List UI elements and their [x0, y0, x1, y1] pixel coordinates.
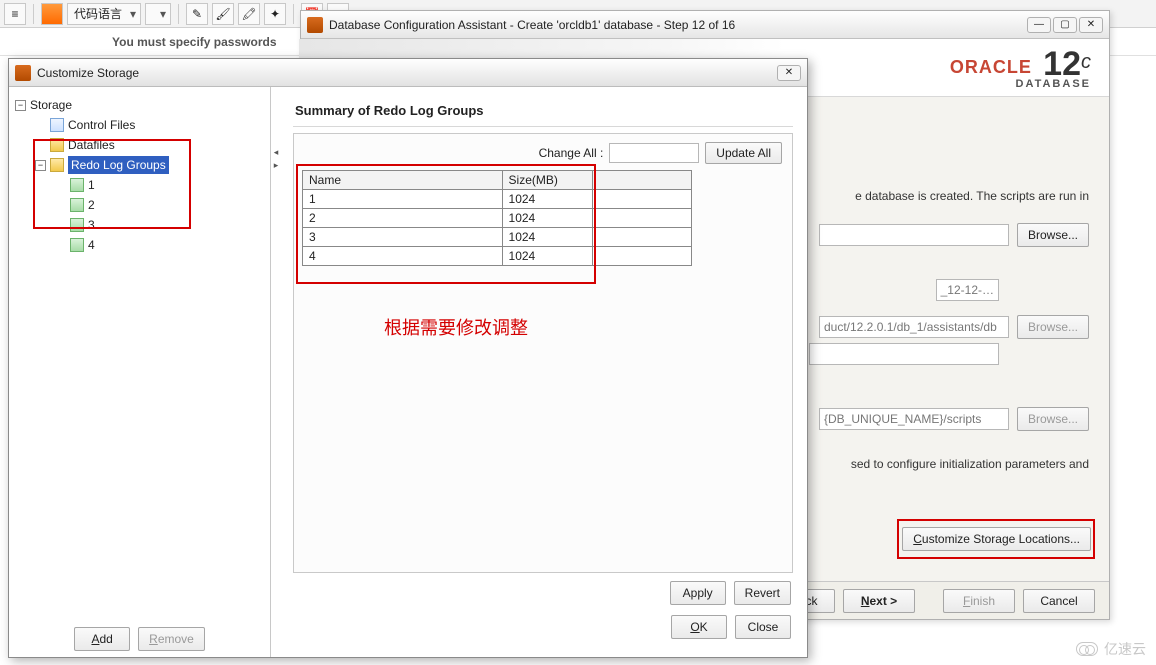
- cstor-title: Customize Storage: [37, 66, 139, 80]
- finish-button[interactable]: Finish: [943, 589, 1015, 613]
- close-button[interactable]: Close: [735, 615, 791, 639]
- dbca-title: Database Configuration Assistant - Creat…: [329, 18, 735, 32]
- minimize-button[interactable]: —: [1027, 17, 1051, 33]
- redo-log-groups-label: Redo Log Groups: [68, 156, 169, 174]
- table-row: 31024: [303, 228, 692, 247]
- tree-rlg-2[interactable]: 2: [55, 195, 264, 215]
- redo-table[interactable]: Name Size(MB) 11024 21024 31024 41024: [302, 170, 692, 266]
- customize-storage-window: Customize Storage ✕ − Storage Control: [8, 58, 808, 658]
- next-button[interactable]: Next >: [843, 589, 915, 613]
- dbca-titlebar[interactable]: Database Configuration Assistant - Creat…: [301, 11, 1109, 39]
- dbca-input-1[interactable]: [819, 224, 1009, 246]
- browse-button-2[interactable]: Browse...: [1017, 315, 1089, 339]
- paint-icon[interactable]: 🖍: [238, 3, 260, 25]
- toolbar-color-icon[interactable]: [41, 3, 63, 25]
- change-all-label: Change All :: [539, 146, 604, 160]
- table-row: 41024: [303, 247, 692, 266]
- tree-rlg-1[interactable]: 1: [55, 175, 264, 195]
- folder-icon: [50, 138, 64, 152]
- log-group-icon: [70, 218, 84, 232]
- watermark: 亿速云: [1076, 639, 1146, 659]
- oracle-brand: ORACLE: [950, 57, 1032, 77]
- update-all-button[interactable]: Update All: [705, 142, 782, 164]
- panel-title: Summary of Redo Log Groups: [293, 97, 793, 127]
- tree-rlg-3[interactable]: 3: [55, 215, 264, 235]
- code-combo[interactable]: [145, 3, 171, 25]
- dbca-field-path1[interactable]: duct/12.2.0.1/db_1/assistants/db: [819, 316, 1009, 338]
- cancel-button[interactable]: Cancel: [1023, 589, 1095, 613]
- rlg-children: 1 2 3 4: [55, 175, 264, 255]
- datafiles-label: Datafiles: [68, 136, 115, 154]
- rlg-3-label: 3: [88, 216, 95, 234]
- log-group-icon: [70, 198, 84, 212]
- file-icon: [50, 118, 64, 132]
- tree-rlg-4[interactable]: 4: [55, 235, 264, 255]
- storage-tree[interactable]: − Storage Control Files Datafiles: [15, 95, 264, 255]
- tree-redo-log-groups[interactable]: − Redo Log Groups: [35, 155, 264, 175]
- redo-summary-pane: Summary of Redo Log Groups Change All : …: [271, 87, 807, 657]
- collapse-icon[interactable]: −: [35, 160, 46, 171]
- ok-button[interactable]: OK: [671, 615, 727, 639]
- dbca-field-date: _12-12-…: [936, 279, 999, 301]
- col-name: Name: [303, 171, 503, 190]
- oracle-suffix: c: [1081, 51, 1091, 73]
- browse-button-1[interactable]: Browse...: [1017, 223, 1089, 247]
- dbca-field-path2[interactable]: {DB_UNIQUE_NAME}/scripts: [819, 408, 1009, 430]
- rlg-4-label: 4: [88, 236, 95, 254]
- control-files-label: Control Files: [68, 116, 135, 134]
- instruction-text: You must specify passwords: [112, 35, 277, 49]
- storage-tree-pane: − Storage Control Files Datafiles: [9, 87, 271, 657]
- col-size: Size(MB): [502, 171, 593, 190]
- language-combo[interactable]: 代码语言: [67, 3, 141, 25]
- misc-icon[interactable]: ✦: [264, 3, 286, 25]
- folder-icon: [50, 158, 64, 172]
- dbca-text-2: sed to configure initialization paramete…: [851, 457, 1089, 471]
- table-row: 21024: [303, 209, 692, 228]
- maximize-button[interactable]: ▢: [1053, 17, 1077, 33]
- toolbar-icon[interactable]: ≡: [4, 3, 26, 25]
- log-group-icon: [70, 178, 84, 192]
- panel-inner: Change All : Update All Name Size(MB) 11…: [293, 133, 793, 573]
- rlg-1-label: 1: [88, 176, 95, 194]
- change-all-input[interactable]: [609, 143, 699, 163]
- cstor-titlebar[interactable]: Customize Storage ✕: [9, 59, 807, 87]
- oracle-version: 12: [1043, 45, 1081, 83]
- watermark-icon: [1076, 642, 1098, 656]
- cstor-close-button[interactable]: ✕: [777, 65, 801, 81]
- java-icon: [307, 17, 323, 33]
- tree-control-files[interactable]: Control Files: [35, 115, 264, 135]
- remove-button[interactable]: Remove: [138, 627, 205, 651]
- java-icon: [15, 65, 31, 81]
- log-group-icon: [70, 238, 84, 252]
- eraser-icon[interactable]: ✎: [186, 3, 208, 25]
- rlg-2-label: 2: [88, 196, 95, 214]
- watermark-text: 亿速云: [1104, 639, 1146, 659]
- brush-icon[interactable]: 🖌: [212, 3, 234, 25]
- col-blank: [593, 171, 692, 190]
- tree-storage-root[interactable]: − Storage: [15, 95, 264, 115]
- collapse-icon[interactable]: −: [15, 100, 26, 111]
- tree-datafiles[interactable]: Datafiles: [35, 135, 264, 155]
- browse-button-3[interactable]: Browse...: [1017, 407, 1089, 431]
- dbca-field-blank[interactable]: [809, 343, 999, 365]
- language-combo-label: 代码语言: [74, 5, 122, 22]
- close-window-button[interactable]: ✕: [1079, 17, 1103, 33]
- add-button[interactable]: Add: [74, 627, 130, 651]
- table-row: 11024: [303, 190, 692, 209]
- customize-storage-button[interactable]: Customize Storage Locations...: [902, 527, 1091, 551]
- annotation-text: 根据需要修改调整: [384, 314, 528, 340]
- dbca-text-1: e database is created. The scripts are r…: [855, 189, 1089, 203]
- tree-root-label: Storage: [30, 96, 72, 114]
- apply-button[interactable]: Apply: [670, 581, 726, 605]
- revert-button[interactable]: Revert: [734, 581, 791, 605]
